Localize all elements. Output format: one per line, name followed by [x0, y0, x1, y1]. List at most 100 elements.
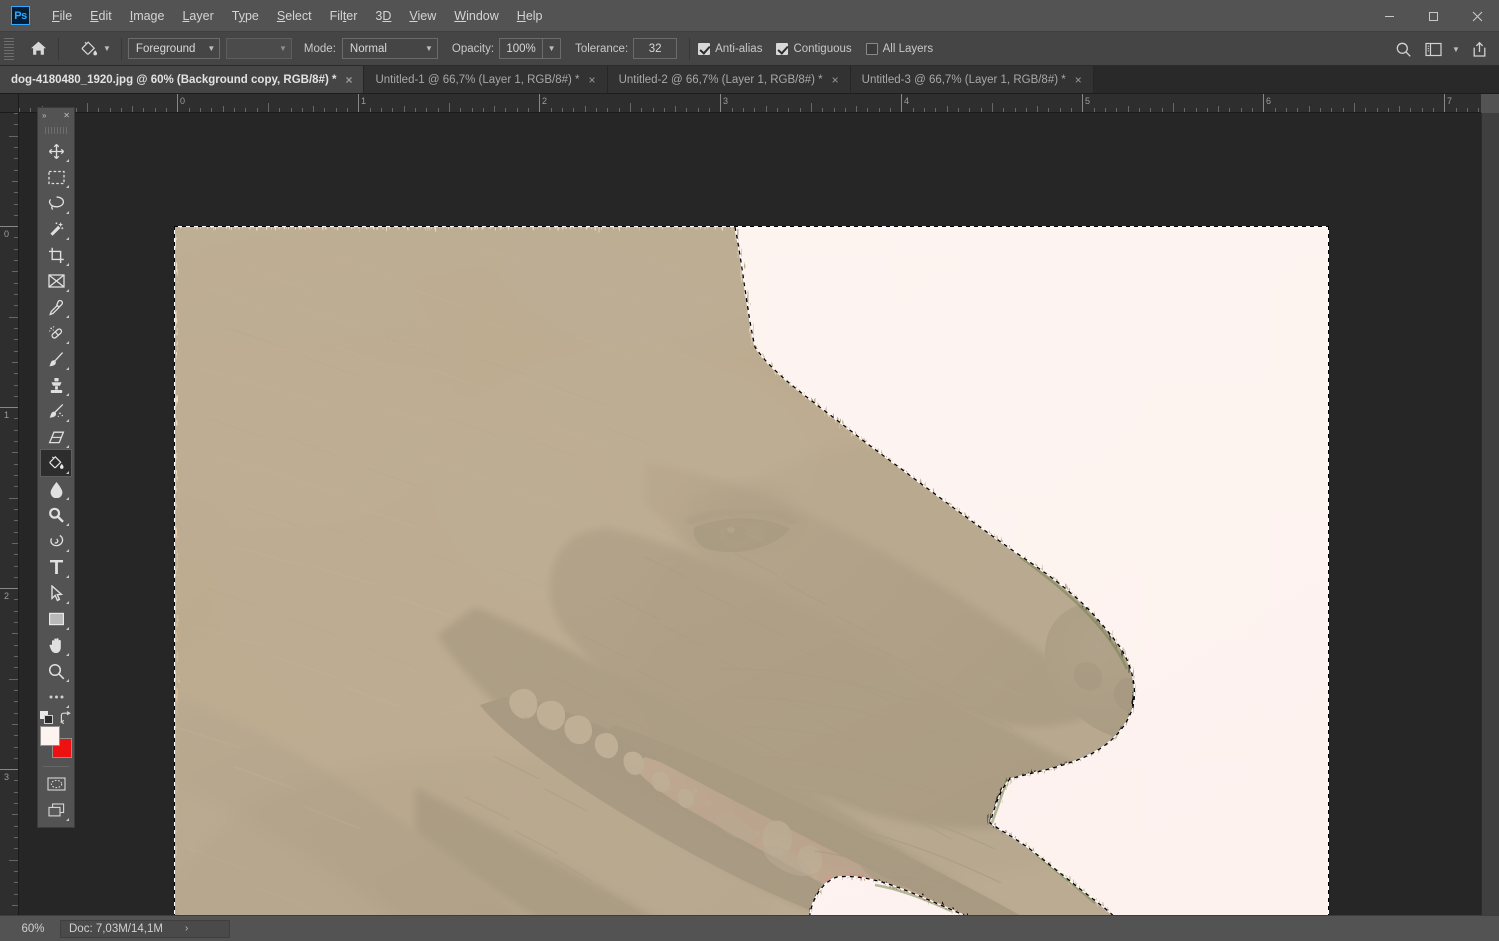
rectangle-tool[interactable] — [41, 606, 71, 632]
document-canvas[interactable] — [174, 226, 1329, 915]
anti-alias-checkbox-group[interactable]: Anti-alias — [698, 42, 762, 55]
ruler-tick — [324, 108, 325, 112]
zoom-level-field[interactable]: 60% — [0, 923, 60, 935]
document-info-field[interactable]: Doc: 7,03M/14,1M › — [60, 919, 230, 938]
home-button[interactable] — [24, 36, 52, 62]
hand-tool[interactable] — [41, 632, 71, 658]
brush-tool[interactable] — [41, 346, 71, 372]
spot-healing-brush-tool[interactable] — [41, 320, 71, 346]
menu-type[interactable]: Type — [223, 6, 268, 26]
workspace: 01234567 0123 » ✕ — [0, 94, 1499, 915]
contiguous-checkbox[interactable] — [776, 42, 789, 55]
share-button[interactable] — [1465, 36, 1493, 62]
eraser-tool[interactable] — [41, 424, 71, 450]
crop-tool[interactable] — [41, 242, 71, 268]
document-tab-1[interactable]: Untitled-1 @ 66,7% (Layer 1, RGB/8#) * × — [364, 66, 608, 93]
foreground-color-swatch[interactable] — [40, 726, 60, 746]
path-selection-tool[interactable] — [41, 580, 71, 606]
fill-source-select[interactable]: Foreground ▼ — [127, 38, 220, 59]
minimize-button[interactable] — [1367, 0, 1411, 32]
pattern-picker[interactable]: ▼ — [225, 38, 292, 59]
ruler-tick — [177, 94, 178, 112]
document-tab-0[interactable]: dog-4180480_1920.jpg @ 60% (Background c… — [0, 66, 365, 93]
ruler-tick — [9, 860, 18, 861]
tools-panel-grip[interactable] — [45, 127, 67, 134]
lasso-tool[interactable] — [41, 190, 71, 216]
document-tab-2[interactable]: Untitled-2 @ 66,7% (Layer 1, RGB/8#) * × — [607, 66, 851, 93]
menu-view[interactable]: View — [400, 6, 445, 26]
vertical-scrollbar[interactable] — [1481, 113, 1499, 915]
ruler-tick — [12, 814, 18, 815]
horizontal-ruler[interactable]: 0 1 2 3 4 5 6 7 — [19, 94, 1481, 113]
ruler-label: 7 — [1447, 96, 1453, 106]
swap-colors-icon[interactable] — [59, 710, 72, 724]
workspace-chevron-button[interactable]: ▼ — [1449, 36, 1463, 62]
ruler-tick — [223, 106, 224, 112]
rectangular-marquee-tool[interactable] — [41, 164, 71, 190]
zoom-tool[interactable] — [41, 658, 71, 684]
opacity-input[interactable]: 100% — [499, 38, 544, 59]
menu-window[interactable]: Window — [445, 6, 507, 26]
paint-bucket-tool[interactable] — [40, 449, 72, 477]
blend-mode-select[interactable]: Normal ▼ — [341, 38, 438, 59]
ruler-tick — [14, 690, 18, 691]
contiguous-checkbox-group[interactable]: Contiguous — [776, 42, 852, 55]
move-tool[interactable] — [41, 138, 71, 164]
ruler-tick — [392, 108, 393, 112]
menu-image[interactable]: Image — [121, 6, 174, 26]
tools-panel-header[interactable]: » ✕ — [38, 108, 74, 124]
dodge-tool[interactable] — [41, 502, 71, 528]
tolerance-input[interactable]: 32 — [633, 38, 678, 59]
frame-tool[interactable] — [41, 268, 71, 294]
anti-alias-checkbox[interactable] — [698, 42, 711, 55]
clone-stamp-tool[interactable] — [41, 372, 71, 398]
search-button[interactable] — [1389, 36, 1417, 62]
ruler-tick — [143, 108, 144, 112]
tool-preset-picker[interactable]: ▼ — [75, 37, 115, 61]
history-brush-tool[interactable] — [41, 398, 71, 424]
menu-help[interactable]: Help — [508, 6, 552, 26]
all-layers-checkbox-group[interactable]: All Layers — [865, 42, 933, 55]
ruler-tick — [291, 108, 292, 112]
document-tab-label: Untitled-2 @ 66,7% (Layer 1, RGB/8#) * — [618, 73, 823, 86]
close-button[interactable] — [1455, 0, 1499, 32]
menu-layer[interactable]: Layer — [173, 6, 222, 26]
close-icon[interactable]: × — [345, 74, 352, 86]
menu-select[interactable]: Select — [268, 6, 321, 26]
default-colors-icon[interactable] — [40, 710, 53, 724]
ruler-tick — [14, 237, 18, 238]
double-chevron-right-icon[interactable]: » — [42, 112, 46, 120]
ruler-tick — [517, 108, 518, 112]
menu-filter[interactable]: Filter — [321, 6, 367, 26]
ruler-tick — [1162, 108, 1163, 112]
options-bar-grip[interactable] — [4, 37, 14, 60]
document-tab-3[interactable]: Untitled-3 @ 66,7% (Layer 1, RGB/8#) * × — [850, 66, 1094, 93]
magic-wand-tool[interactable] — [41, 216, 71, 242]
eyedropper-tool[interactable] — [41, 294, 71, 320]
maximize-button[interactable] — [1411, 0, 1455, 32]
type-tool[interactable] — [41, 554, 71, 580]
chevron-right-icon[interactable]: › — [185, 923, 188, 934]
vertical-ruler[interactable]: 0 1 2 3 — [0, 113, 19, 915]
all-layers-checkbox[interactable] — [865, 42, 878, 55]
menu-edit[interactable]: Edit — [81, 6, 121, 26]
ruler-tick — [1048, 108, 1049, 112]
close-icon[interactable]: ✕ — [63, 112, 70, 120]
blur-tool[interactable] — [41, 476, 71, 502]
menu-file[interactable]: File — [43, 6, 81, 26]
close-icon[interactable]: × — [589, 74, 596, 86]
workspace-switcher-button[interactable] — [1419, 36, 1447, 62]
ruler-corner[interactable] — [0, 94, 19, 113]
ruler-tick — [14, 396, 18, 397]
pen-tool[interactable] — [41, 528, 71, 554]
close-icon[interactable]: × — [832, 74, 839, 86]
menu-3d[interactable]: 3D — [366, 6, 400, 26]
ruler-tick — [1082, 94, 1083, 112]
quick-mask-button[interactable] — [41, 771, 71, 797]
canvas-area[interactable] — [19, 113, 1481, 915]
edit-toolbar-tool[interactable] — [41, 684, 71, 710]
screen-mode-button[interactable] — [41, 797, 71, 823]
close-icon[interactable]: × — [1075, 74, 1082, 86]
opacity-slider-toggle[interactable]: ▼ — [543, 38, 562, 59]
ruler-tick — [834, 108, 835, 112]
